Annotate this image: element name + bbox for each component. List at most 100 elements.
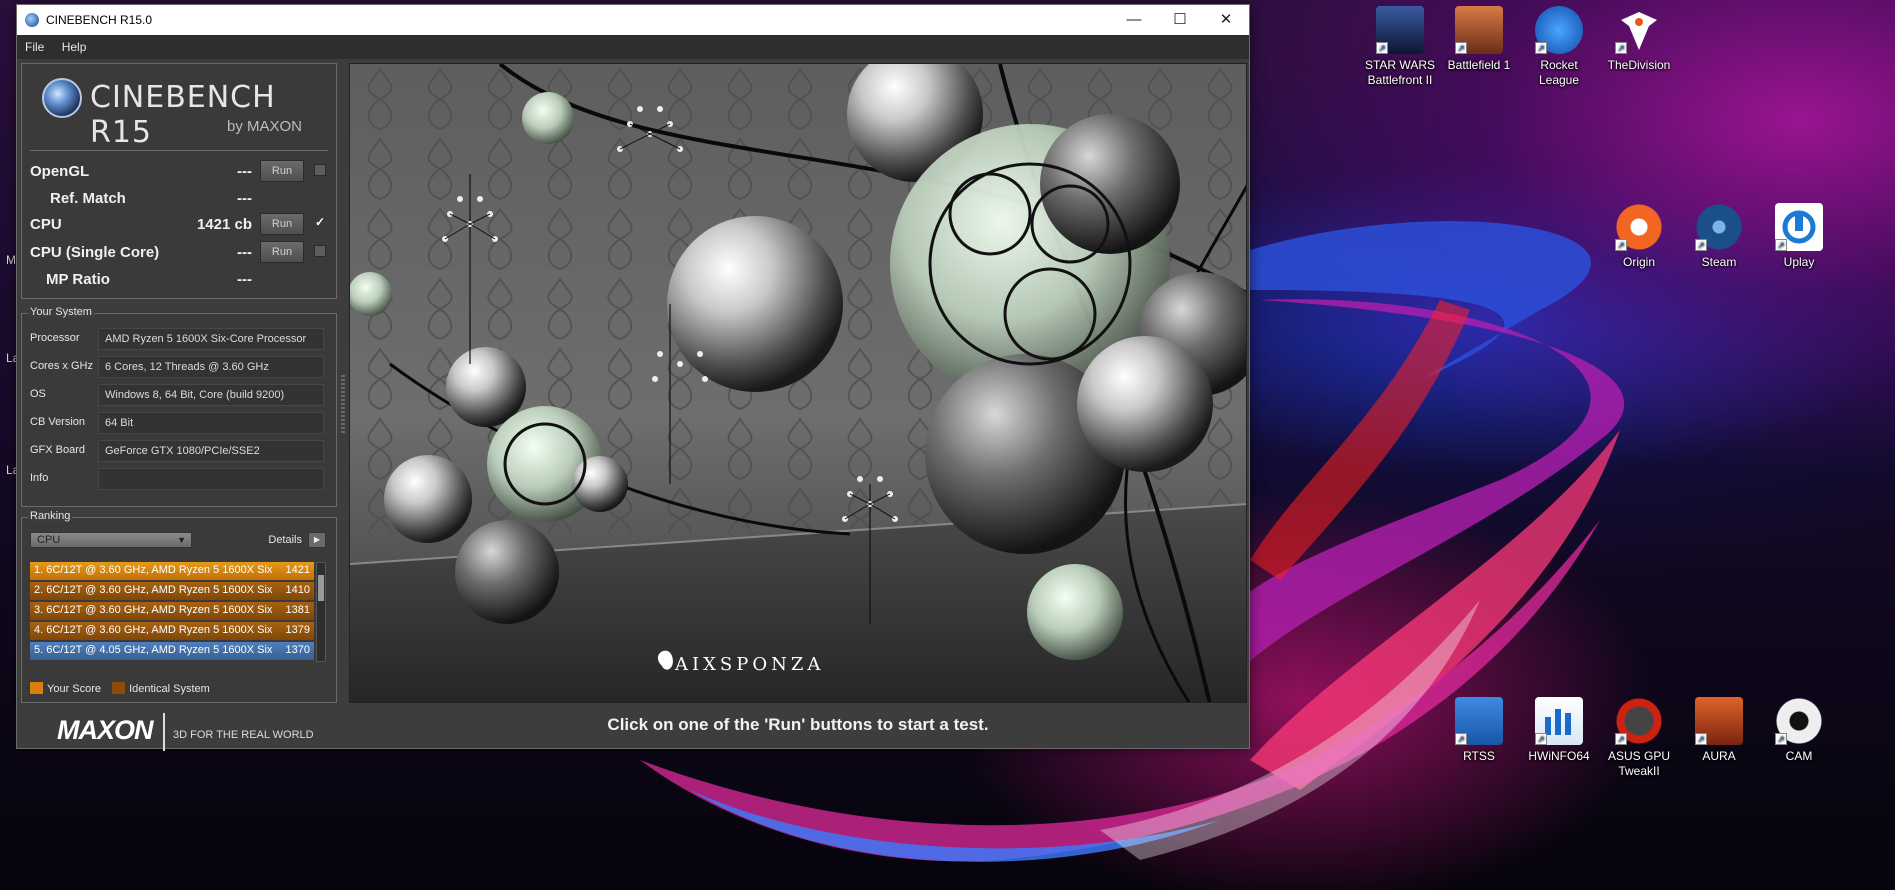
desktop-icon-label: RTSS — [1463, 749, 1495, 763]
system-value-field[interactable]: 64 Bit — [98, 412, 324, 434]
ranking-type-select[interactable]: CPU ▼ — [30, 532, 192, 548]
maximize-button[interactable]: ☐ — [1157, 5, 1203, 35]
test-value: 1421 cb — [196, 216, 252, 233]
desktop-icon-rocket-league[interactable]: ↗ Rocket League — [1521, 6, 1597, 88]
desktop-icon-steam[interactable]: ↗ Steam — [1681, 203, 1757, 270]
desktop-icon-label: HWiNFO64 — [1528, 749, 1590, 763]
render-watermark: AIXSPONZA — [675, 654, 825, 675]
system-value-field[interactable]: 6 Cores, 12 Threads @ 3.60 GHz — [98, 356, 324, 378]
system-key: Cores x GHz — [30, 360, 93, 372]
ranking-item-score: 1410 — [285, 584, 310, 596]
render-image — [350, 64, 1246, 702]
maxon-logo: MAXON — [57, 715, 153, 745]
cpu-single-core-checkbox[interactable] — [314, 245, 326, 257]
desktop-icon-label: Rocket League — [1538, 58, 1580, 87]
system-value-field[interactable]: Windows 8, 64 Bit, Core (build 9200) — [98, 384, 324, 406]
asus-gpu-tweak-icon: ↗ — [1615, 697, 1663, 745]
ranking-scrollbar[interactable] — [316, 562, 326, 662]
system-row-cores: Cores x GHz 6 Cores, 12 Threads @ 3.60 G… — [30, 356, 330, 378]
test-row-ref-match: Ref. Match --- — [30, 187, 330, 211]
ranking-item[interactable]: 3. 6C/12T @ 3.60 GHz, AMD Ryzen 5 1600X … — [30, 602, 314, 620]
menu-help[interactable]: Help — [54, 35, 87, 54]
legend-label: Identical System — [129, 683, 210, 695]
system-key: Info — [30, 472, 49, 484]
ranking-legend: Your Score Identical System — [30, 682, 218, 695]
desktop-icon-label: TheDivision — [1607, 58, 1671, 72]
test-row-opengl: OpenGL --- Run — [30, 160, 330, 184]
desktop-icon-label: CAM — [1785, 749, 1813, 763]
system-key: Processor — [30, 332, 80, 344]
info-input[interactable] — [98, 468, 324, 490]
legend-label: Your Score — [47, 683, 102, 695]
test-label: MP Ratio — [46, 271, 110, 288]
menu-file[interactable]: File — [17, 35, 44, 54]
window-titlebar[interactable]: CINEBENCH R15.0 — ☐ ✕ — [17, 5, 1249, 35]
ranking-item[interactable]: 5. 6C/12T @ 4.05 GHz, AMD Ryzen 5 1600X … — [30, 642, 314, 660]
logo-byline: by MAXON — [226, 118, 302, 135]
ranking-list: 1. 6C/12T @ 3.60 GHz, AMD Ryzen 5 1600X … — [30, 562, 314, 662]
test-value: --- — [237, 271, 252, 288]
desktop-icon-label: Origin — [1622, 255, 1655, 269]
uplay-icon: ↗ — [1775, 203, 1823, 251]
battlefield-icon: ↗ — [1455, 6, 1503, 54]
run-opengl-button[interactable]: Run — [260, 160, 304, 182]
maxon-footer: MAXON 3D FOR THE REAL WORLD — [21, 705, 337, 751]
window-title: CINEBENCH R15.0 — [46, 13, 153, 27]
panel-splitter-handle[interactable] — [341, 375, 345, 435]
details-arrow-button[interactable]: ▶ — [308, 532, 326, 548]
ranking-item-score: 1370 — [285, 644, 310, 656]
test-row-cpu: CPU 1421 cb Run ✓ — [30, 213, 330, 237]
ranking-item[interactable]: 4. 6C/12T @ 3.60 GHz, AMD Ryzen 5 1600X … — [30, 622, 314, 640]
desktop-icon-aura[interactable]: ↗ AURA — [1681, 697, 1757, 764]
cinebench-logo-icon — [42, 78, 82, 118]
divider — [163, 713, 165, 751]
desktop-icon-star-wars-battlefront[interactable]: ↗ STAR WARS Battlefront II — [1362, 6, 1438, 88]
ranking-panel: Ranking CPU ▼ Details ▶ 1. 6C/12T @ 3.60… — [21, 510, 337, 703]
desktop-icon-hwinfo64[interactable]: ↗ HWiNFO64 — [1521, 697, 1597, 764]
ranking-item-score: 1381 — [285, 604, 310, 616]
system-row-processor: Processor AMD Ryzen 5 1600X Six-Core Pro… — [30, 328, 330, 350]
your-system-panel: Your System Processor AMD Ryzen 5 1600X … — [21, 306, 337, 507]
desktop-icon-cam[interactable]: ↗ CAM — [1761, 697, 1837, 764]
run-cpu-single-core-button[interactable]: Run — [260, 241, 304, 263]
cinebench-window: CINEBENCH R15.0 — ☐ ✕ File Help CINEBENC… — [16, 4, 1250, 751]
rocket-league-icon: ↗ — [1535, 6, 1583, 54]
panel-title: Ranking — [28, 510, 73, 522]
ranking-item[interactable]: 2. 6C/12T @ 3.60 GHz, AMD Ryzen 5 1600X … — [30, 582, 314, 600]
test-row-cpu-single-core: CPU (Single Core) --- Run — [30, 241, 330, 265]
system-row-os: OS Windows 8, 64 Bit, Core (build 9200) — [30, 384, 330, 406]
select-value: CPU — [37, 534, 61, 546]
system-value-field[interactable]: AMD Ryzen 5 1600X Six-Core Processor — [98, 328, 324, 350]
system-value-field[interactable]: GeForce GTX 1080/PCIe/SSE2 — [98, 440, 324, 462]
ranking-item-label: 2. 6C/12T @ 3.60 GHz, AMD Ryzen 5 1600X … — [34, 584, 273, 596]
run-cpu-button[interactable]: Run — [260, 213, 304, 235]
scrollbar-thumb[interactable] — [318, 575, 324, 601]
cpu-checkbox-checkmark-icon[interactable]: ✓ — [314, 216, 326, 229]
desktop-icon-the-division[interactable]: ↗ TheDivision — [1601, 6, 1677, 73]
steam-icon: ↗ — [1695, 203, 1743, 251]
desktop-icon-label: STAR WARS Battlefront II — [1364, 58, 1435, 87]
desktop-icon-label: AURA — [1702, 749, 1736, 763]
system-key: OS — [30, 388, 46, 400]
desktop-icon-asus-gpu-tweak[interactable]: ↗ ASUS GPU TweakII — [1601, 697, 1677, 779]
test-value: --- — [237, 244, 252, 261]
ranking-item[interactable]: 1. 6C/12T @ 3.60 GHz, AMD Ryzen 5 1600X … — [30, 562, 314, 580]
close-button[interactable]: ✕ — [1203, 5, 1249, 35]
status-message: Click on one of the 'Run' buttons to sta… — [607, 715, 989, 734]
cam-icon: ↗ — [1775, 697, 1823, 745]
test-value: --- — [237, 190, 252, 207]
desktop-icon-origin[interactable]: ↗ Origin — [1601, 203, 1677, 270]
hwinfo-icon: ↗ — [1535, 697, 1583, 745]
origin-icon: ↗ — [1615, 203, 1663, 251]
opengl-checkbox[interactable] — [314, 164, 326, 176]
system-row-cb-version: CB Version 64 Bit — [30, 412, 330, 434]
desktop-icon-battlefield-1[interactable]: ↗ Battlefield 1 — [1441, 6, 1517, 73]
desktop-icon-rtss[interactable]: ↗ RTSS — [1441, 697, 1517, 764]
ranking-item-score: 1379 — [285, 624, 310, 636]
maxon-tagline: 3D FOR THE REAL WORLD — [173, 729, 314, 741]
panel-title: Your System — [28, 306, 94, 318]
rtss-icon: ↗ — [1455, 697, 1503, 745]
minimize-button[interactable]: — — [1111, 5, 1157, 35]
desktop-icon-uplay[interactable]: ↗ Uplay — [1761, 203, 1837, 270]
tests-panel: CINEBENCH R15 by MAXON OpenGL --- Run Re… — [21, 63, 337, 299]
